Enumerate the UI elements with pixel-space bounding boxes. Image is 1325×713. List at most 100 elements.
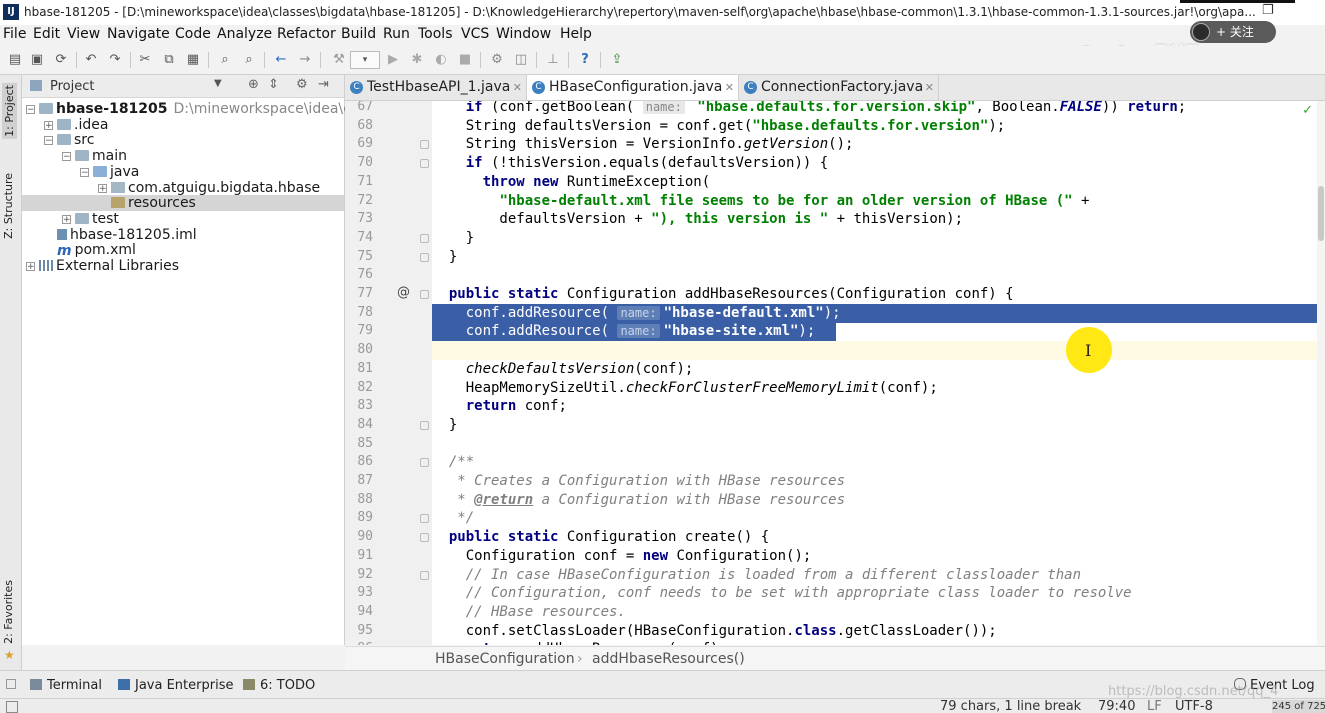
hammer-icon[interactable]: ⚒: [330, 51, 348, 69]
collapse-icon[interactable]: −: [80, 167, 89, 177]
fold-marker-icon[interactable]: [420, 252, 429, 262]
tab-structure-vertical[interactable]: Z: Structure: [2, 173, 15, 239]
code-line[interactable]: return conf;: [432, 397, 1317, 416]
folder-open-icon[interactable]: ▤: [6, 51, 24, 69]
override-marker-icon[interactable]: @: [397, 285, 410, 300]
code-line[interactable]: if (!thisVersion.equals(defaultsVersion)…: [432, 154, 1317, 173]
tab-favorites-vertical[interactable]: 2: Favorites: [2, 580, 15, 644]
fold-marker-icon[interactable]: [420, 159, 429, 169]
fold-marker-icon[interactable]: [420, 458, 429, 468]
tree-item[interactable]: + .idea: [22, 117, 344, 133]
save-icon[interactable]: ▣: [28, 51, 46, 69]
scrollbar-thumb[interactable]: [1318, 186, 1324, 241]
fold-marker-icon[interactable]: [420, 570, 429, 580]
code-line[interactable]: * Creates a Configuration with HBase res…: [432, 472, 1317, 491]
tab-testhbaseapi[interactable]: C TestHbaseAPI_1.java ✕: [345, 75, 527, 100]
tree-item[interactable]: resources: [22, 195, 344, 212]
replace-icon[interactable]: ⌕: [240, 51, 258, 69]
code-editor[interactable]: if (conf.getBoolean( name: "hbase.defaul…: [432, 101, 1317, 645]
fold-marker-icon[interactable]: [420, 533, 429, 543]
run-config-dropdown[interactable]: ▾: [350, 51, 380, 69]
scroll-from-source-icon[interactable]: ⊕: [248, 77, 259, 92]
view-dropdown-icon[interactable]: ▼: [214, 78, 222, 89]
code-line[interactable]: public static Configuration create() {: [432, 528, 1317, 547]
code-line[interactable]: String thisVersion = VersionInfo.getVers…: [432, 135, 1317, 154]
menu-refactor[interactable]: Refactor: [277, 25, 336, 44]
todo-tool-button[interactable]: 6: TODO: [243, 678, 315, 693]
restore-window-icon[interactable]: ❐: [1262, 3, 1274, 18]
breadcrumb-method[interactable]: addHbaseResources(): [592, 647, 745, 671]
terminal-tool-button[interactable]: Terminal: [30, 678, 102, 693]
tree-item[interactable]: + External Libraries: [22, 258, 344, 274]
follow-button[interactable]: + 关注: [1190, 21, 1276, 43]
debug-icon[interactable]: ✱: [408, 51, 426, 69]
menu-tools[interactable]: Tools: [418, 25, 453, 44]
menu-vcs[interactable]: VCS: [461, 25, 489, 44]
tree-item[interactable]: − src: [22, 132, 344, 148]
code-line[interactable]: [432, 341, 1317, 361]
sync-icon[interactable]: ⟳: [52, 51, 70, 69]
menu-view[interactable]: View: [67, 25, 100, 44]
menu-window[interactable]: Window: [496, 25, 551, 44]
tree-item[interactable]: + com.atguigu.bigdata.hbase: [22, 180, 344, 196]
fold-marker-icon[interactable]: [420, 290, 429, 299]
code-line[interactable]: // Configuration, conf needs to be set w…: [432, 584, 1317, 603]
code-line[interactable]: */: [432, 509, 1317, 528]
breadcrumb-class[interactable]: HBaseConfiguration: [435, 647, 575, 671]
forward-icon[interactable]: →: [296, 51, 314, 69]
toggle-panels-icon[interactable]: [6, 679, 16, 689]
line-separator[interactable]: LF: [1147, 700, 1162, 713]
expand-icon[interactable]: +: [44, 120, 53, 130]
inspection-ok-icon[interactable]: ✓: [1302, 103, 1313, 118]
fold-marker-icon[interactable]: [420, 420, 429, 430]
vcs-icon[interactable]: ⇪: [608, 51, 626, 69]
code-line[interactable]: }: [432, 416, 1317, 435]
build-icon[interactable]: ⚙: [488, 51, 506, 69]
code-line[interactable]: HeapMemorySizeUtil.checkForClusterFreeMe…: [432, 379, 1317, 398]
code-line[interactable]: // In case HBaseConfiguration is loaded …: [432, 566, 1317, 585]
menu-navigate[interactable]: Navigate: [107, 25, 170, 44]
file-encoding[interactable]: UTF-8: [1175, 700, 1213, 713]
close-icon[interactable]: ✕: [925, 75, 934, 100]
undo-icon[interactable]: ↶: [82, 51, 100, 69]
menu-file[interactable]: File: [3, 25, 26, 44]
coverage-icon[interactable]: ◐: [432, 51, 450, 69]
fold-marker-icon[interactable]: [420, 233, 429, 243]
menu-build[interactable]: Build: [341, 25, 376, 44]
code-line[interactable]: conf.addResource( name: "hbase-site.xml")…: [432, 322, 836, 342]
collapse-icon[interactable]: −: [26, 105, 35, 115]
project-panel-title[interactable]: Project: [50, 79, 94, 94]
code-line[interactable]: conf.setClassLoader(HBaseConfiguration.c…: [432, 622, 1317, 641]
menu-code[interactable]: Code: [175, 25, 211, 44]
run-icon[interactable]: ▶: [384, 51, 402, 69]
memory-indicator[interactable]: 245 of 725: [1272, 700, 1325, 713]
menu-analyze[interactable]: Analyze: [217, 25, 272, 44]
project-structure-icon[interactable]: ⊥: [544, 51, 562, 69]
tab-project-vertical[interactable]: 1: Project: [2, 83, 17, 139]
tab-hbaseconfiguration[interactable]: C HBaseConfiguration.java ✕: [527, 75, 739, 100]
tree-item[interactable]: hbase-181205.iml: [22, 227, 344, 243]
tree-item[interactable]: − hbase-181205 D:\mineworkspace\idea\cl: [22, 101, 355, 117]
code-line[interactable]: * @return a Configuration with HBase res…: [432, 491, 1317, 510]
status-toggle-icon[interactable]: [6, 701, 18, 713]
expand-icon[interactable]: +: [26, 262, 35, 272]
expand-icon[interactable]: +: [62, 214, 71, 224]
menu-run[interactable]: Run: [383, 25, 410, 44]
fold-marker-icon[interactable]: [420, 140, 429, 150]
tree-item[interactable]: − main: [22, 148, 344, 164]
editor-scrollbar[interactable]: [1317, 101, 1325, 645]
code-line[interactable]: [432, 435, 1317, 454]
code-line[interactable]: checkDefaultsVersion(conf);: [432, 360, 1317, 379]
code-line[interactable]: return addHbaseResources(conf);: [432, 640, 1317, 645]
settings-gear-icon[interactable]: ⚙: [296, 77, 308, 92]
redo-icon[interactable]: ↷: [106, 51, 124, 69]
close-icon[interactable]: ✕: [513, 75, 522, 100]
code-line[interactable]: Configuration conf = new Configuration()…: [432, 547, 1317, 566]
menu-edit[interactable]: Edit: [33, 25, 60, 44]
code-line[interactable]: String defaultsVersion = conf.get("hbase…: [432, 117, 1317, 136]
code-line[interactable]: }: [432, 248, 1317, 267]
code-line[interactable]: if (conf.getBoolean( name: "hbase.defaul…: [432, 101, 1317, 117]
code-line[interactable]: defaultsVersion + "), this version is " …: [432, 210, 1317, 229]
expand-icon[interactable]: +: [98, 183, 107, 193]
collapse-icon[interactable]: −: [62, 152, 71, 162]
